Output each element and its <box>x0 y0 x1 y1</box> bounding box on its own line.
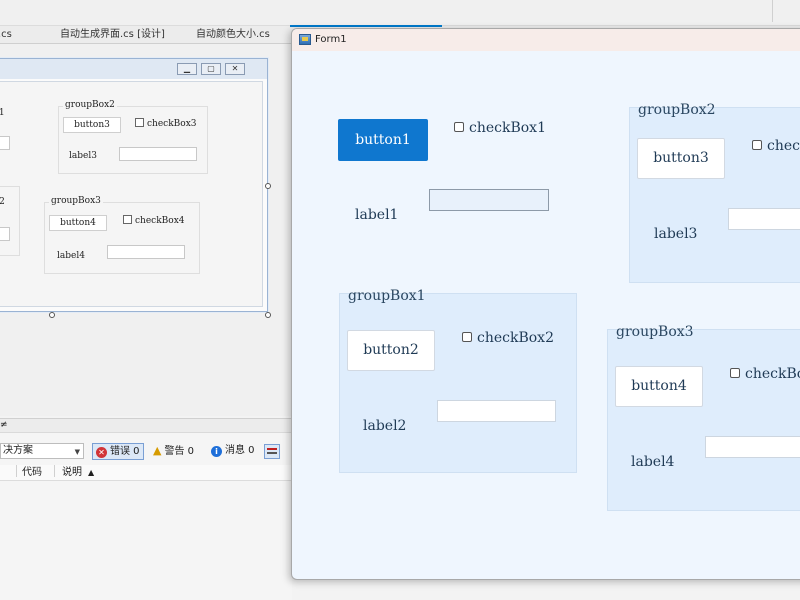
checkbox-icon <box>454 122 464 132</box>
resize-handle-right[interactable] <box>265 183 271 189</box>
app-icon <box>299 34 311 45</box>
warnings-filter-button[interactable]: ▲ 警告 0 <box>150 443 197 460</box>
errors-filter-label: 错误 0 <box>110 446 140 457</box>
checkbox4[interactable]: checkBox4 <box>730 366 800 382</box>
textbox1[interactable] <box>429 189 549 211</box>
design-form-titlebar: ▁ ▢ ✕ <box>0 59 267 79</box>
resize-handle-bottom[interactable] <box>49 312 55 318</box>
design-form-client: l1 groupBox2 button3 checkBox3 label3 x2… <box>0 81 263 307</box>
groupbox2: groupBox2 button3 checkBox3 label3 <box>629 102 800 283</box>
textbox3[interactable] <box>728 208 800 230</box>
form1-title: Form1 <box>315 34 347 45</box>
column-separator <box>54 465 55 477</box>
build-intellisense-filter-icon[interactable] <box>264 444 280 459</box>
design-button4[interactable]: button4 <box>49 215 107 231</box>
groupbox1-legend: groupBox1 <box>348 288 426 304</box>
checkbox3[interactable]: checkBox3 <box>752 138 800 154</box>
design-textbox4[interactable] <box>107 245 185 259</box>
button2[interactable]: button2 <box>347 330 435 371</box>
checkbox-icon <box>462 332 472 342</box>
design-label3[interactable]: label3 <box>69 151 97 161</box>
button1[interactable]: button1 <box>338 119 428 161</box>
form1-window: Form1 button1 checkBox1 label1 groupBox2… <box>291 28 800 580</box>
form1-titlebar[interactable]: Form1 <box>292 29 800 51</box>
design-groupbox2-legend: groupBox2 <box>63 100 117 110</box>
checkbox-icon <box>730 368 740 378</box>
groupbox1: groupBox1 button2 checkBox2 label2 <box>339 288 577 473</box>
design-button3[interactable]: button3 <box>63 117 121 133</box>
groupbox2-legend: groupBox2 <box>638 102 716 118</box>
column-header-description[interactable]: 说明 <box>62 465 82 481</box>
label3: label3 <box>654 226 698 242</box>
label4: label4 <box>631 454 675 470</box>
design-groupbox1-partial[interactable]: x2 <box>0 186 20 256</box>
error-list-panel: ≠ 决方案 ▼ ✕ 错误 0 ▲ 警告 0 i 消息 0 代码 说明 ▲ <box>0 418 292 600</box>
error-list-toolbar: 决方案 ▼ ✕ 错误 0 ▲ 警告 0 i 消息 0 <box>0 441 292 463</box>
groupbox3: groupBox3 button4 checkBox4 label4 <box>607 324 800 511</box>
design-checkbox3[interactable]: checkBox3 <box>135 118 197 129</box>
design-textbox2-partial[interactable] <box>0 227 10 241</box>
button4[interactable]: button4 <box>615 366 703 407</box>
checkbox-icon <box>123 215 132 224</box>
errors-filter-button[interactable]: ✕ 错误 0 <box>92 443 144 460</box>
error-list-columns: 代码 说明 ▲ <box>0 465 292 481</box>
design-textbox1-partial[interactable] <box>0 136 10 150</box>
design-label2-partial[interactable]: x2 <box>0 197 5 207</box>
column-header-code[interactable]: 代码 <box>22 465 42 481</box>
label2: label2 <box>363 418 407 434</box>
messages-filter-button[interactable]: i 消息 0 <box>208 443 258 460</box>
scope-dropdown[interactable]: 决方案 ▼ <box>0 443 84 459</box>
textbox2[interactable] <box>437 400 556 422</box>
resize-handle-corner[interactable] <box>265 312 271 318</box>
checkbox1-label: checkBox1 <box>469 120 546 136</box>
tab-designer[interactable]: 自动生成界面.cs [设计] <box>60 26 165 44</box>
column-separator <box>16 465 17 477</box>
checkbox-icon <box>135 118 144 127</box>
checkbox2-label: checkBox2 <box>477 330 554 346</box>
label1: label1 <box>355 207 399 223</box>
ide-top-right-box <box>772 0 800 22</box>
checkbox3-label: checkBox3 <box>767 138 800 154</box>
checkbox2[interactable]: checkBox2 <box>462 330 554 346</box>
textbox4[interactable] <box>705 436 800 458</box>
error-list-header-glyph: ≠ <box>0 420 8 430</box>
design-checkbox4[interactable]: checkBox4 <box>123 215 185 226</box>
maximize-icon: ▢ <box>201 63 221 75</box>
chevron-down-icon: ▼ <box>74 448 80 456</box>
design-groupbox3[interactable]: groupBox3 button4 checkBox4 label4 <box>44 196 200 274</box>
groupbox3-legend: groupBox3 <box>616 324 694 340</box>
design-checkbox3-label: checkBox3 <box>147 119 197 129</box>
close-icon: ✕ <box>225 63 245 75</box>
minimize-icon: ▁ <box>177 63 197 75</box>
warnings-filter-label: 警告 0 <box>164 446 195 457</box>
design-label4[interactable]: label4 <box>57 251 85 261</box>
info-icon: i <box>211 446 222 457</box>
error-icon: ✕ <box>96 447 107 458</box>
design-form-window[interactable]: ▁ ▢ ✕ l1 groupBox2 button3 checkBox3 lab… <box>0 58 268 312</box>
sort-ascending-icon: ▲ <box>88 468 95 477</box>
design-label1-partial[interactable]: l1 <box>0 108 5 118</box>
tab-file-cs[interactable]: .cs <box>0 26 12 44</box>
messages-filter-label: 消息 0 <box>225 445 255 456</box>
design-textbox3[interactable] <box>119 147 197 161</box>
form-designer-surface: ▁ ▢ ✕ l1 groupBox2 button3 checkBox3 lab… <box>0 44 292 416</box>
error-list-header: ≠ <box>0 419 292 433</box>
checkbox1[interactable]: checkBox1 <box>454 120 546 136</box>
checkbox-icon <box>752 140 762 150</box>
checkbox4-label: checkBox4 <box>745 366 800 382</box>
active-tab-indicator <box>290 25 442 27</box>
warning-icon: ▲ <box>153 444 162 457</box>
design-checkbox4-label: checkBox4 <box>135 216 185 226</box>
ide-top-strip <box>0 0 800 26</box>
scope-dropdown-value: 决方案 <box>3 445 33 456</box>
design-groupbox2[interactable]: groupBox2 button3 checkBox3 label3 <box>58 100 208 174</box>
button3[interactable]: button3 <box>637 138 725 179</box>
design-groupbox3-legend: groupBox3 <box>49 196 103 206</box>
tab-auto-color-size[interactable]: 自动颜色大小.cs <box>196 26 270 44</box>
